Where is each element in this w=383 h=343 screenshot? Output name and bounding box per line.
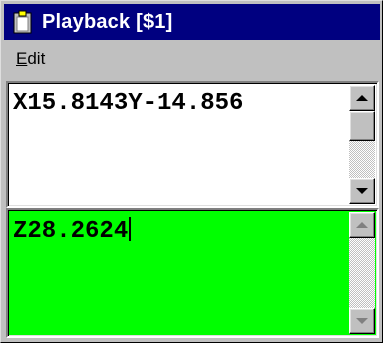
window-title: Playback [$1] [42,10,173,33]
bottom-text-pane[interactable]: Z28.2624 [6,208,379,338]
arrow-down-icon [356,188,368,194]
menu-bar: Edit [4,43,380,75]
scroll-down-button[interactable] [349,178,375,204]
text-caret [129,217,132,241]
top-text-content[interactable]: X15.8143Y-14.856 [11,86,347,203]
coordinate-z-text: Z28.2624 [13,218,129,245]
playback-window: Playback [$1] Edit X15.8143Y-14.856 Z28.… [0,0,383,343]
menu-edit-label: dit [27,49,46,68]
clipboard-icon [12,10,34,34]
arrow-up-icon [356,95,368,101]
bottom-text-content[interactable]: Z28.2624 [11,213,347,333]
menu-edit-mnemonic: E [16,49,28,68]
scroll-down-button-disabled[interactable] [349,308,375,334]
arrow-up-icon [356,222,368,228]
menu-edit[interactable]: Edit [4,47,57,71]
title-bar[interactable]: Playback [$1] [4,4,380,40]
scroll-up-button[interactable] [349,85,375,111]
coordinate-xy-text: X15.8143Y-14.856 [13,90,244,117]
scroll-up-button-disabled[interactable] [349,212,375,238]
bottom-vertical-scrollbar[interactable] [349,212,375,334]
top-text-pane[interactable]: X15.8143Y-14.856 [6,81,379,208]
top-vertical-scrollbar[interactable] [349,85,375,204]
arrow-down-icon [356,318,368,324]
scroll-thumb[interactable] [349,111,375,141]
